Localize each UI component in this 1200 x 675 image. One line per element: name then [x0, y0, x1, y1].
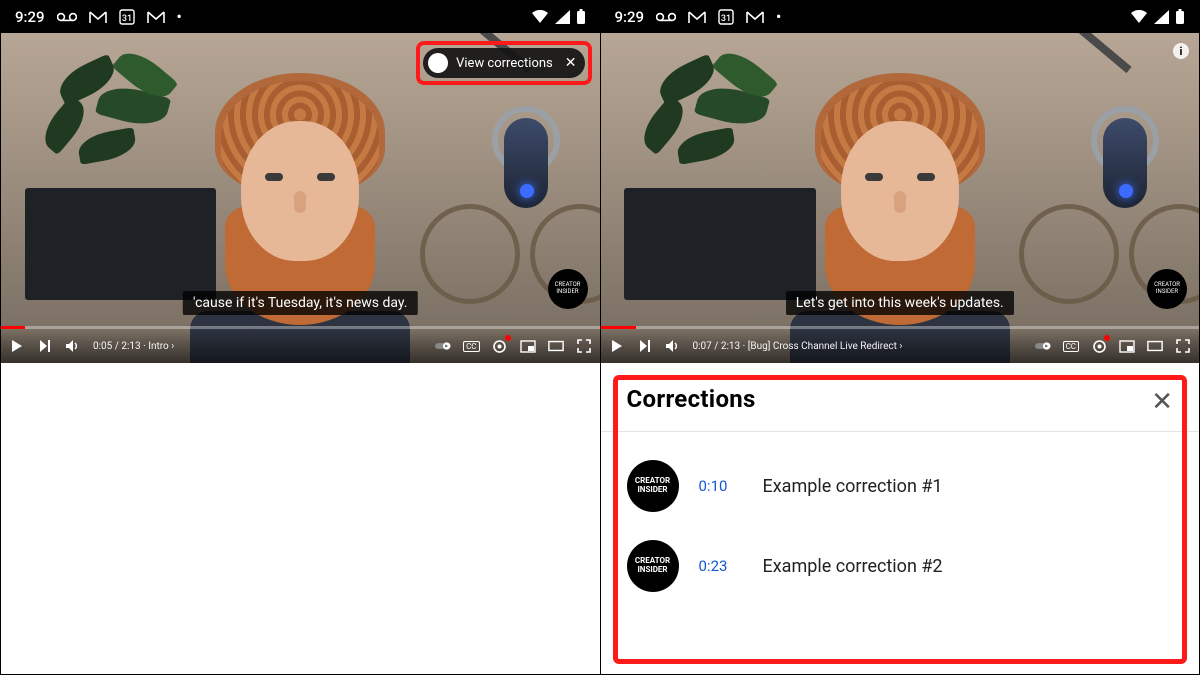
volume-icon[interactable] — [665, 338, 681, 354]
more-dot-icon: • — [177, 8, 182, 26]
next-icon[interactable] — [37, 338, 53, 354]
pill-label: View corrections — [456, 56, 553, 71]
presenter — [790, 73, 1010, 363]
player-controls: 0:05 / 2:13 · Intro › CC — [1, 329, 600, 363]
theater-icon[interactable] — [1147, 338, 1163, 354]
status-bar: 9:29 31 • — [1, 1, 600, 33]
voicemail-icon — [57, 12, 77, 22]
pill-avatar — [428, 53, 448, 73]
view-corrections-pill[interactable]: View corrections ✕ — [423, 48, 584, 78]
info-icon[interactable]: i — [1173, 43, 1189, 59]
volume-icon[interactable] — [65, 338, 81, 354]
gmail-icon-2 — [147, 11, 165, 24]
battery-icon — [1175, 9, 1185, 25]
microphone-prop — [450, 66, 570, 266]
side-by-side: 9:29 31 • CREATOR INSIDER 'c — [0, 0, 1200, 675]
caption-text: 'cause if it's Tuesday, it's news day. — [183, 291, 417, 315]
highlight-box: View corrections ✕ — [416, 41, 591, 85]
gmail-icon — [688, 11, 706, 24]
autoplay-toggle[interactable] — [1035, 338, 1051, 354]
calendar-icon: 31 — [119, 9, 135, 25]
cc-button[interactable]: CC — [1063, 341, 1079, 352]
wifi-icon — [531, 10, 549, 24]
battery-icon — [576, 9, 586, 25]
svg-text:31: 31 — [121, 14, 131, 24]
left-pane: 9:29 31 • CREATOR INSIDER 'c — [1, 1, 601, 674]
time-display: 0:05 / 2:13 · Intro › — [93, 341, 174, 352]
voicemail-icon — [656, 12, 676, 22]
progress-fill — [1, 326, 25, 329]
time-display: 0:07 / 2:13 · [Bug] Cross Channel Live R… — [693, 341, 903, 352]
fullscreen-icon[interactable] — [576, 338, 592, 354]
status-bar: 9:29 31 • — [601, 1, 1200, 33]
gmail-icon — [89, 11, 107, 24]
clock: 9:29 — [615, 8, 645, 26]
video-player[interactable]: CREATOR INSIDER 'cause if it's Tuesday, … — [1, 33, 600, 363]
close-icon[interactable]: ✕ — [565, 55, 577, 71]
wifi-icon — [1130, 10, 1148, 24]
caption-text: Let's get into this week's updates. — [786, 291, 1014, 315]
miniplayer-icon[interactable] — [520, 338, 536, 354]
next-icon[interactable] — [637, 338, 653, 354]
highlight-box — [613, 375, 1188, 664]
video-player[interactable]: CREATOR INSIDER Let's get into this week… — [601, 33, 1200, 363]
settings-icon[interactable] — [1091, 338, 1107, 354]
signal-icon — [1154, 10, 1169, 24]
cc-button[interactable]: CC — [463, 341, 479, 352]
theater-icon[interactable] — [548, 338, 564, 354]
clock: 9:29 — [15, 8, 45, 26]
microphone-prop — [1049, 66, 1169, 266]
progress-bar[interactable] — [1, 326, 600, 329]
player-controls: 0:07 / 2:13 · [Bug] Cross Channel Live R… — [601, 329, 1200, 363]
svg-text:31: 31 — [721, 14, 731, 24]
miniplayer-icon[interactable] — [1119, 338, 1135, 354]
gmail-icon-2 — [746, 11, 764, 24]
signal-icon — [555, 10, 570, 24]
channel-watermark[interactable]: CREATOR INSIDER — [1147, 269, 1187, 309]
play-icon[interactable] — [609, 338, 625, 354]
presenter — [190, 73, 410, 363]
fullscreen-icon[interactable] — [1175, 338, 1191, 354]
autoplay-toggle[interactable] — [435, 338, 451, 354]
progress-bar[interactable] — [601, 326, 1200, 329]
more-dot-icon: • — [776, 8, 781, 26]
play-icon[interactable] — [9, 338, 25, 354]
right-pane: 9:29 31 • CREATOR INSIDER Le — [601, 1, 1200, 674]
calendar-icon: 31 — [718, 9, 734, 25]
channel-watermark[interactable]: CREATOR INSIDER — [548, 269, 588, 309]
settings-icon[interactable] — [492, 338, 508, 354]
